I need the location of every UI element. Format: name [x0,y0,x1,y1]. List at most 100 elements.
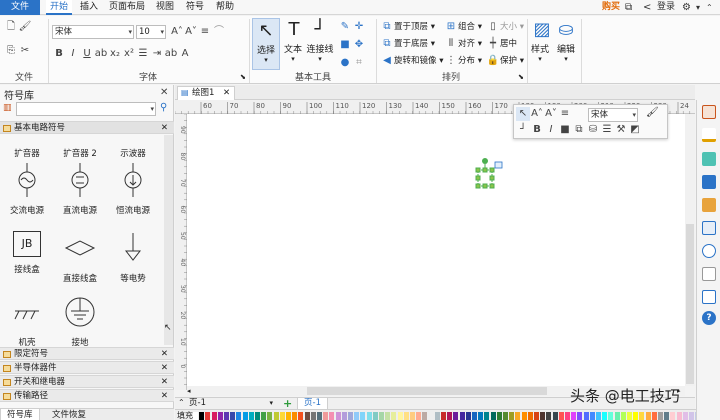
section-header-switches-relays[interactable]: 开关和继电器 ✕ [0,375,174,388]
color-swatch[interactable] [379,412,384,420]
color-swatch[interactable] [428,412,434,420]
group-button[interactable]: ⊞ 组合 ▾ [444,20,488,34]
page-panel-icon[interactable] [702,221,716,235]
select-tool-button[interactable]: ↖ 选择 ▾ [252,18,280,70]
style-button[interactable]: ▨ 样式 ▾ [529,18,551,72]
gear-icon[interactable]: ⚙ [682,1,691,14]
indent-icon[interactable]: ⇥ [150,47,164,61]
shape-speaker-2[interactable]: 扩音器 2 直流电源 [53,147,107,216]
ellipse-icon[interactable]: ● [338,56,352,70]
shape-speaker[interactable]: 扩音器 交流电源 [0,147,54,216]
strikethrough-icon[interactable]: ab [94,47,108,61]
color-swatch[interactable] [676,412,682,420]
close-icon[interactable]: ✕ [161,348,168,361]
color-swatch[interactable] [453,412,459,420]
color-swatch[interactable] [459,412,465,420]
resize-handle[interactable] [482,167,488,173]
italic-icon[interactable]: I [544,123,558,137]
highlight-icon[interactable]: ab [164,47,178,61]
rotate-handle[interactable] [482,158,488,164]
underline-icon[interactable]: U [80,47,94,61]
connector-icon[interactable]: ┘ [516,123,530,137]
color-swatch[interactable] [441,412,446,420]
crosshair-icon[interactable]: ✛ [352,20,366,34]
color-swatch[interactable] [205,412,211,420]
document-icon[interactable] [702,267,716,281]
color-swatch[interactable] [571,412,577,420]
color-swatch[interactable] [602,412,608,420]
color-swatch[interactable] [261,412,267,420]
line-style-icon[interactable]: ☰ [600,123,614,137]
color-swatch[interactable] [503,412,508,420]
font-name-select[interactable]: 宋体 ▾ [52,25,134,39]
copy-style-icon[interactable]: ⧉ [572,123,586,137]
color-swatch[interactable] [689,412,694,420]
fill-bucket-icon[interactable]: ⛁ [586,123,600,137]
fill-panel-icon[interactable] [702,152,716,166]
color-swatch[interactable] [633,412,639,420]
help-icon[interactable]: ? [702,311,716,325]
close-icon[interactable]: ✕ [223,87,230,99]
size-button[interactable]: ▯ 大小 ▾ [486,20,528,34]
font-color-icon[interactable]: A [178,47,192,61]
color-swatch[interactable] [596,412,601,420]
resize-handle[interactable] [475,175,481,181]
format-panel-icon[interactable] [702,105,716,119]
color-swatch[interactable] [527,412,533,420]
color-swatch[interactable] [552,412,558,420]
color-swatch[interactable] [341,412,347,420]
comment-icon[interactable] [702,290,716,304]
color-swatch[interactable] [465,412,471,420]
collapse-icon[interactable]: ⌃ [178,398,185,407]
share-screen-icon[interactable]: ⧉ [625,1,632,14]
section-header-transmission-paths[interactable]: 传输路径 ✕ [0,389,174,402]
tools-icon[interactable]: ⚒ [614,123,628,137]
color-swatch[interactable] [664,412,670,420]
shape-chassis[interactable]: 机壳 [0,291,54,353]
color-swatch[interactable] [273,412,279,420]
resize-handle[interactable] [482,183,488,189]
color-swatch[interactable] [558,412,564,420]
image-panel-icon[interactable] [702,175,716,189]
color-swatch[interactable] [397,412,403,420]
dropdown-icon[interactable]: ▾ [696,1,700,14]
color-swatch[interactable] [323,412,329,420]
line-style-icon[interactable]: ⌒ [212,25,226,39]
color-swatch[interactable] [645,412,651,420]
tab-drawing1[interactable]: ▤ 绘图1 ✕ [177,86,235,100]
tab-file-recovery[interactable]: 文件恢复 [46,409,92,420]
line-panel-icon[interactable] [702,128,716,142]
resize-handle[interactable] [489,167,495,173]
resize-handle[interactable] [475,183,481,189]
color-swatch[interactable] [546,412,552,420]
vertical-scrollbar[interactable] [685,114,695,386]
superscript-icon[interactable]: x² [122,47,136,61]
shape-direct-junction-box[interactable]: 直接线盒 [53,227,107,289]
color-swatch[interactable] [682,412,688,420]
align-button[interactable]: ⫴ 对齐 ▾ [444,37,488,51]
color-swatch[interactable] [515,412,521,420]
shape-oscilloscope[interactable]: 示波器 恒流电源 [106,147,160,216]
menu-symbol[interactable]: 符号 [182,0,208,15]
text-tool-button[interactable]: T 文本 ▾ [281,18,305,70]
format-painter-icon[interactable]: 🖌 [646,107,659,118]
menu-page-layout[interactable]: 页面布局 [105,0,149,15]
color-swatch[interactable] [360,412,366,420]
color-swatch[interactable] [255,412,260,420]
edit-button[interactable]: ⛀ 编辑 ▾ [553,18,579,72]
connector-tool-button[interactable]: ┘ 连接线 ▾ [305,18,335,70]
color-swatch[interactable] [651,412,657,420]
page-selector[interactable]: 页-1 ▾ [189,398,275,409]
bring-front-button[interactable]: ⧉ 置于顶层 ▾ [380,20,450,34]
color-swatch[interactable] [199,412,205,420]
shrink-font-icon[interactable]: A˅ [544,107,558,121]
menu-help[interactable]: 帮助 [212,0,238,15]
scroll-thumb[interactable] [686,224,694,384]
color-swatch[interactable] [310,412,316,420]
bold-icon[interactable]: B [52,47,66,61]
color-swatch[interactable] [577,412,583,420]
arrange-dialog-launcher-icon[interactable]: ⬊ [518,73,524,81]
color-swatch[interactable] [304,412,310,420]
color-swatch[interactable] [267,412,273,420]
color-swatch[interactable] [658,412,663,420]
